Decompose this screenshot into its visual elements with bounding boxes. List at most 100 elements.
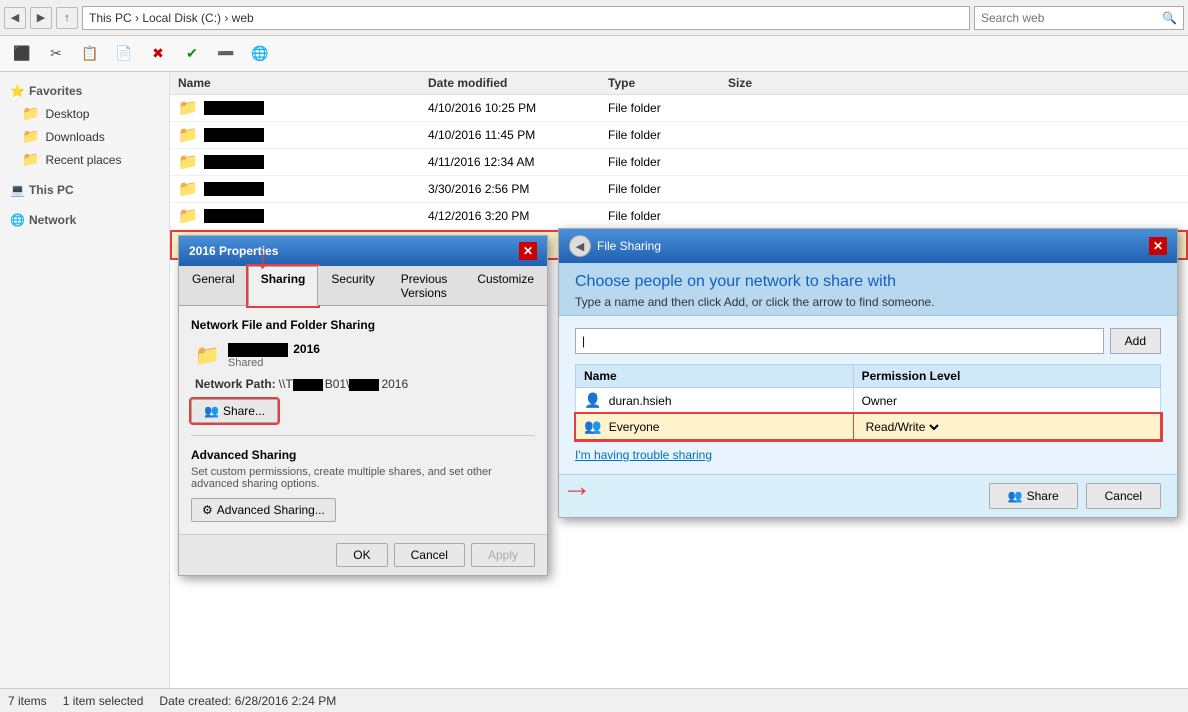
- fs-user-name-cell: 👥 Everyone: [576, 414, 854, 440]
- adv-btn-icon: ⚙: [202, 503, 213, 517]
- fs-cancel-button[interactable]: Cancel: [1086, 483, 1161, 509]
- advanced-sharing-section: Advanced Sharing Set custom permissions,…: [191, 435, 535, 522]
- network-section: 🌐 Network: [0, 209, 169, 231]
- file-type: File folder: [608, 155, 728, 169]
- ribbon-minus-icon[interactable]: ➖: [212, 40, 240, 68]
- desktop-folder-icon: 📁: [22, 105, 39, 122]
- properties-dialog: 2016 Properties ✕ General Sharing Securi…: [178, 235, 548, 576]
- file-sharing-dialog: ◀ File Sharing ✕ Choose people on your n…: [558, 228, 1178, 518]
- fs-add-button[interactable]: Add: [1110, 328, 1161, 354]
- forward-button[interactable]: ▶: [30, 7, 52, 29]
- thispc-header[interactable]: 💻 This PC: [0, 179, 169, 201]
- file-row[interactable]: 📁 4/11/2016 12:34 AM File folder: [170, 149, 1188, 176]
- fs-name-input[interactable]: [575, 328, 1104, 354]
- adv-title: Advanced Sharing: [191, 448, 535, 462]
- user-icon: 👥: [584, 418, 601, 434]
- adv-desc: Set custom permissions, create multiple …: [191, 466, 535, 490]
- ribbon-delete-icon[interactable]: ✖: [144, 40, 172, 68]
- up-button[interactable]: ↑: [56, 7, 78, 29]
- ribbon-globe-icon[interactable]: 🌐: [246, 40, 274, 68]
- file-date: 4/10/2016 11:45 PM: [428, 128, 608, 142]
- fs-footer: 👥 Share Cancel: [559, 474, 1177, 517]
- sharing-info: 2016 Shared: [228, 342, 320, 369]
- ok-button[interactable]: OK: [336, 543, 387, 567]
- status-bar: 7 items 1 item selected Date created: 6/…: [0, 688, 1188, 712]
- folder-icon: 📁: [178, 152, 198, 172]
- back-button[interactable]: ◀: [4, 7, 26, 29]
- sharing-sub: Shared: [228, 357, 320, 369]
- shared-folder-icon: 📁: [195, 343, 220, 368]
- apply-button[interactable]: Apply: [471, 543, 535, 567]
- tab-security[interactable]: Security: [318, 266, 387, 305]
- sharing-section: Network File and Folder Sharing 📁 2016 S…: [191, 318, 535, 423]
- ribbon-cut-icon[interactable]: ✂: [42, 40, 70, 68]
- fs-user-name: Everyone: [609, 420, 660, 434]
- ribbon-check-icon[interactable]: ✔: [178, 40, 206, 68]
- sidebar-item-downloads[interactable]: 📁 Downloads: [0, 125, 169, 148]
- user-icon: 👤: [584, 392, 601, 408]
- fs-user-row[interactable]: 👤 duran.hsieh Owner: [576, 388, 1161, 414]
- col-header-type: Type: [608, 76, 728, 90]
- ribbon-layout-icon[interactable]: ⬛: [8, 40, 36, 68]
- file-date: 4/11/2016 12:34 AM: [428, 155, 608, 169]
- network-header[interactable]: 🌐 Network: [0, 209, 169, 231]
- search-box[interactable]: 🔍: [974, 6, 1184, 30]
- network-label: Network: [29, 213, 76, 227]
- recent-folder-icon: 📁: [22, 151, 39, 168]
- advanced-sharing-button[interactable]: ⚙ Advanced Sharing...: [191, 498, 336, 522]
- fs-input-row: Add: [575, 328, 1161, 354]
- sharing-name: 2016: [228, 342, 320, 357]
- sidebar-item-desktop[interactable]: 📁 Desktop: [0, 102, 169, 125]
- share-btn-label: Share...: [223, 404, 265, 418]
- redact-name-box: [204, 182, 264, 196]
- address-text: This PC › Local Disk (C:) › web: [89, 11, 254, 25]
- fs-share-button[interactable]: 👥 Share: [989, 483, 1078, 509]
- tab-customize[interactable]: Customize: [464, 266, 547, 305]
- redact-name-box: [204, 209, 264, 223]
- fs-title-bar: ◀ File Sharing ✕: [559, 229, 1177, 263]
- network-path-value: \\TB01\2016: [279, 377, 408, 391]
- favorites-section: ⭐ Favorites 📁 Desktop 📁 Downloads 📁 Rece…: [0, 80, 169, 171]
- file-type: File folder: [608, 101, 728, 115]
- dialog-close-button[interactable]: ✕: [519, 242, 537, 260]
- folder-icon: 📁: [178, 206, 198, 226]
- fs-trouble-link[interactable]: I'm having trouble sharing: [575, 448, 1161, 462]
- file-row[interactable]: 📁 4/10/2016 11:45 PM File folder: [170, 122, 1188, 149]
- sidebar: ⭐ Favorites 📁 Desktop 📁 Downloads 📁 Rece…: [0, 72, 170, 688]
- sidebar-item-recent[interactable]: 📁 Recent places: [0, 148, 169, 171]
- fs-col-name: Name: [576, 365, 854, 388]
- fs-user-row[interactable]: 👥 Everyone Read/WriteReadRemove: [576, 414, 1161, 440]
- redact-box-path: [293, 379, 323, 391]
- cancel-button[interactable]: Cancel: [394, 543, 465, 567]
- file-row[interactable]: 📁 3/30/2016 2:56 PM File folder: [170, 176, 1188, 203]
- file-type: File folder: [608, 182, 728, 196]
- ribbon-copy-icon[interactable]: 📋: [76, 40, 104, 68]
- search-icon: 🔍: [1162, 11, 1177, 25]
- ribbon-paste-icon[interactable]: 📄: [110, 40, 138, 68]
- address-bar[interactable]: This PC › Local Disk (C:) › web: [82, 6, 970, 30]
- dialog-footer: OK Cancel Apply: [179, 534, 547, 575]
- share-button[interactable]: 👥 Share...: [191, 399, 278, 423]
- dialog-title-bar: 2016 Properties ✕: [179, 236, 547, 266]
- permission-select[interactable]: Read/WriteReadRemove: [862, 419, 942, 435]
- fs-share-icon: 👥: [1008, 489, 1023, 503]
- fs-back-button[interactable]: ◀: [569, 235, 591, 257]
- fs-heading: Choose people on your network to share w…: [575, 273, 1161, 291]
- downloads-label: Downloads: [45, 130, 104, 144]
- file-type: File folder: [608, 128, 728, 142]
- pc-icon: 💻: [10, 183, 25, 197]
- file-row[interactable]: 📁 4/12/2016 3:20 PM File folder: [170, 203, 1188, 230]
- tab-general[interactable]: General: [179, 266, 248, 305]
- fs-user-name-cell: 👤 duran.hsieh: [576, 388, 854, 414]
- tab-previous-versions[interactable]: Previous Versions: [388, 266, 465, 305]
- down-arrow-indicator: ↓: [255, 242, 270, 276]
- fs-col-permission: Permission Level: [853, 365, 1160, 388]
- star-icon: ⭐: [10, 84, 25, 98]
- fs-share-label: Share: [1027, 489, 1059, 503]
- fs-close-button[interactable]: ✕: [1149, 237, 1167, 255]
- adv-btn-label: Advanced Sharing...: [217, 503, 325, 517]
- fs-title: File Sharing: [597, 239, 661, 253]
- favorites-header[interactable]: ⭐ Favorites: [0, 80, 169, 102]
- file-row[interactable]: 📁 4/10/2016 10:25 PM File folder: [170, 95, 1188, 122]
- search-input[interactable]: [981, 11, 1158, 25]
